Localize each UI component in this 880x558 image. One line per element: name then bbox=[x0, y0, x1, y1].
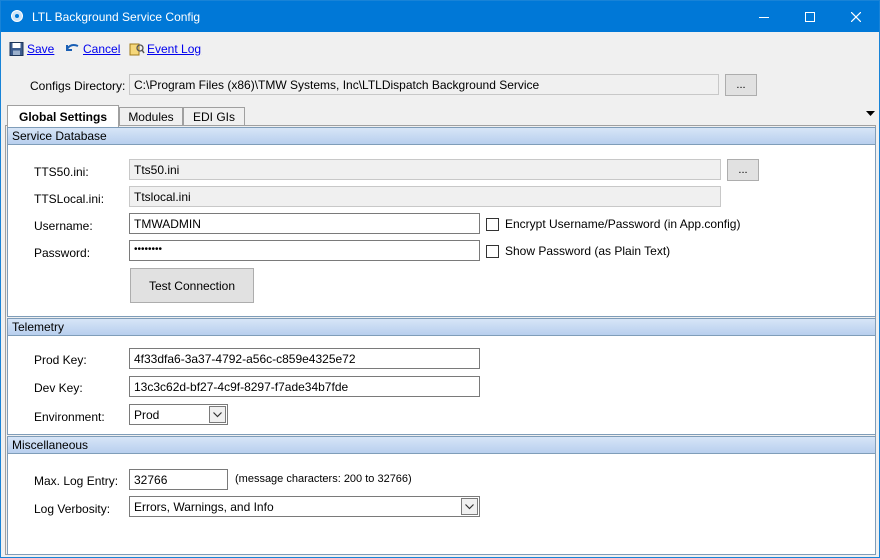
log-verbosity-select-value: Errors, Warnings, and Info bbox=[134, 500, 274, 514]
max-log-entry-label: Max. Log Entry: bbox=[34, 474, 119, 488]
ttslocal-label: TTSLocal.ini: bbox=[34, 192, 105, 206]
password-input[interactable]: •••••••• bbox=[129, 240, 480, 261]
minimize-button[interactable] bbox=[741, 1, 787, 32]
app-window: LTL Background Service Config Save Cance… bbox=[0, 0, 880, 558]
show-password-checkbox-label: Show Password (as Plain Text) bbox=[505, 244, 671, 258]
configs-directory-input[interactable]: C:\Program Files (x86)\TMW Systems, Inc\… bbox=[129, 74, 719, 95]
maximize-icon bbox=[805, 11, 815, 22]
cancel-button[interactable]: Cancel bbox=[65, 42, 120, 56]
telemetry-group: Telemetry Prod Key: 4f33dfa6-3a37-4792-a… bbox=[7, 318, 876, 435]
environment-dropdown-button[interactable] bbox=[209, 406, 226, 423]
cancel-label: Cancel bbox=[83, 42, 121, 56]
miscellaneous-header: Miscellaneous bbox=[8, 437, 875, 454]
tts50-label: TTS50.ini: bbox=[34, 165, 89, 179]
miscellaneous-group: Miscellaneous Max. Log Entry: 32766 (mes… bbox=[7, 436, 876, 555]
tab-edi-gis[interactable]: EDI GIs bbox=[183, 107, 245, 126]
tab-modules[interactable]: Modules bbox=[119, 107, 183, 126]
environment-select[interactable]: Prod bbox=[129, 404, 228, 425]
service-database-group: Service Database TTS50.ini: Tts50.ini ..… bbox=[7, 127, 876, 317]
event-log-button[interactable]: Event Log bbox=[129, 42, 201, 56]
tts50-browse-button[interactable]: ... bbox=[727, 159, 759, 181]
username-label: Username: bbox=[34, 219, 93, 233]
configs-directory-browse-button[interactable]: ... bbox=[725, 74, 757, 96]
tab-global-settings[interactable]: Global Settings bbox=[7, 105, 119, 127]
test-connection-button[interactable]: Test Connection bbox=[130, 268, 254, 303]
service-database-header: Service Database bbox=[8, 128, 875, 145]
dev-key-input[interactable]: 13c3c62d-bf27-4c9f-8297-f7ade34b7fde bbox=[129, 376, 480, 397]
chevron-down-icon bbox=[465, 503, 474, 509]
tab-strip: Global Settings Modules EDI GIs bbox=[5, 105, 879, 127]
save-button[interactable]: Save bbox=[9, 42, 54, 56]
log-search-icon bbox=[129, 43, 145, 56]
global-settings-page: Service Database TTS50.ini: Tts50.ini ..… bbox=[5, 125, 876, 555]
configs-directory-label: Configs Directory: bbox=[30, 79, 126, 93]
environment-select-value: Prod bbox=[134, 408, 160, 422]
max-log-entry-hint: (message characters: 200 to 32766) bbox=[235, 473, 412, 485]
tab-scroll-down-icon[interactable] bbox=[866, 111, 875, 117]
log-verbosity-select[interactable]: Errors, Warnings, and Info bbox=[129, 496, 480, 517]
prod-key-label: Prod Key: bbox=[34, 353, 87, 367]
prod-key-input[interactable]: 4f33dfa6-3a37-4792-a56c-c859e4325e72 bbox=[129, 348, 480, 369]
ttslocal-input[interactable]: Ttslocal.ini bbox=[129, 186, 721, 207]
username-input[interactable]: TMWADMIN bbox=[129, 213, 480, 234]
event-log-label: Event Log bbox=[147, 42, 202, 56]
encrypt-checkbox[interactable]: Encrypt Username/Password (in App.config… bbox=[486, 217, 740, 231]
toolbar: Save Cancel Event Log bbox=[1, 32, 879, 62]
encrypt-checkbox-label: Encrypt Username/Password (in App.config… bbox=[505, 217, 741, 231]
minimize-icon bbox=[759, 16, 769, 18]
dev-key-label: Dev Key: bbox=[34, 381, 83, 395]
chevron-down-icon bbox=[213, 411, 222, 417]
undo-arrow-icon bbox=[66, 44, 79, 51]
floppy-disk-icon bbox=[9, 42, 24, 56]
maximize-button[interactable] bbox=[787, 1, 833, 32]
app-gear-icon bbox=[11, 10, 23, 22]
title-bar[interactable]: LTL Background Service Config bbox=[1, 1, 879, 32]
close-icon bbox=[851, 11, 861, 22]
log-verbosity-dropdown-button[interactable] bbox=[461, 498, 478, 515]
save-label: Save bbox=[27, 42, 55, 56]
max-log-entry-input[interactable]: 32766 bbox=[129, 469, 228, 490]
password-label: Password: bbox=[34, 246, 91, 260]
log-verbosity-label: Log Verbosity: bbox=[34, 502, 111, 516]
close-button[interactable] bbox=[833, 1, 879, 32]
encrypt-checkbox-box[interactable] bbox=[486, 217, 499, 231]
environment-label: Environment: bbox=[34, 410, 105, 424]
window-title: LTL Background Service Config bbox=[32, 10, 201, 24]
show-password-checkbox[interactable]: Show Password (as Plain Text) bbox=[486, 244, 670, 258]
tts50-input[interactable]: Tts50.ini bbox=[129, 159, 721, 180]
show-password-checkbox-box[interactable] bbox=[486, 244, 499, 258]
telemetry-header: Telemetry bbox=[8, 319, 875, 336]
